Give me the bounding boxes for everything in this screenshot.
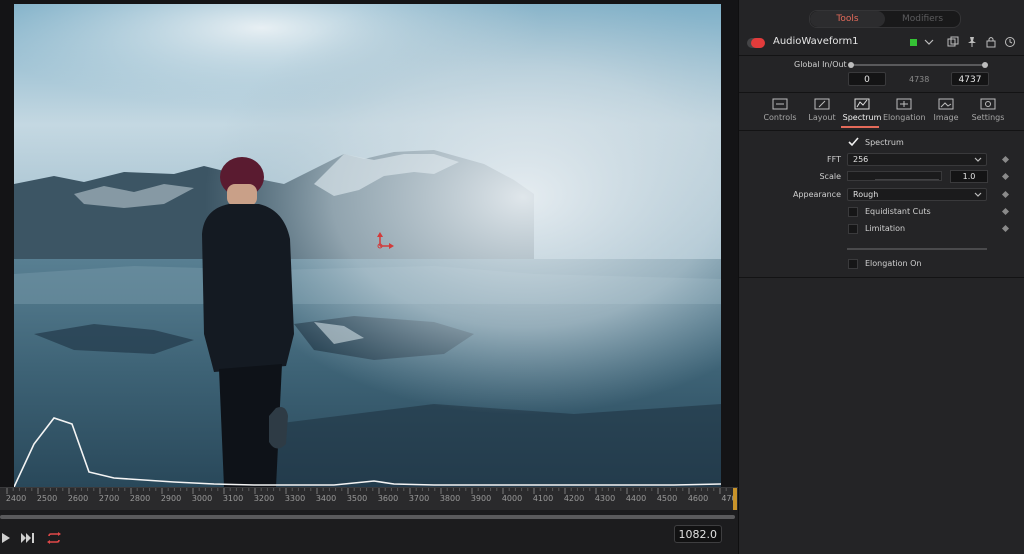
appearance-label: Appearance [792,190,841,199]
tab-tools[interactable]: Tools [810,11,885,27]
equidistant-cuts-checkbox[interactable] [848,207,858,217]
ruler-tick-label: 4000 [501,494,523,503]
node-color-swatch[interactable] [910,39,917,46]
ruler-tick-label: 3600 [377,494,399,503]
fft-dropdown[interactable]: 256 [847,153,987,166]
ruler-tick-label: 2600 [67,494,89,503]
ruler-tick-label: 3100 [222,494,244,503]
elongation-on-label: Elongation On [865,259,922,268]
ruler-tick-label: 3200 [253,494,275,503]
ruler-tick-label: 4400 [625,494,647,503]
fft-value: 256 [853,155,869,164]
ruler-tick-label: 3500 [346,494,368,503]
section-divider [847,248,987,250]
ruler-tick-label: 2400 [5,494,27,503]
equidistant-keyframe-icon[interactable] [1001,207,1010,216]
go-to-end-button[interactable] [18,528,38,548]
appearance-keyframe-icon[interactable] [1001,190,1010,199]
scale-value-field[interactable]: 1.0 [950,170,988,183]
ruler-tick-label: 4200 [563,494,585,503]
node-header: AudioWaveform1 [739,32,1024,54]
layout-icon [814,98,830,110]
ruler-tick-label: 2700 [98,494,120,503]
appearance-value: Rough [853,190,879,199]
elongation-on-checkbox[interactable] [848,259,858,269]
scale-label: Scale [819,172,841,181]
active-tab-indicator [841,126,879,128]
controls-icon [772,98,788,110]
ruler-tick-label: 2900 [160,494,182,503]
timeline-ruler[interactable]: 2400 2500 2600 2700 2800 2900 3000 3100 3200 3300… [0,487,738,510]
loop-button[interactable] [44,528,64,548]
ruler-tick-label: 3000 [191,494,213,503]
ruler-tick-label: 3900 [470,494,492,503]
appearance-dropdown[interactable]: Rough [847,188,987,201]
chevron-down-icon [974,157,982,162]
chevron-down-icon [974,192,982,197]
global-inout-slider[interactable] [848,62,988,68]
tab-elongation[interactable]: Elongation [883,96,926,128]
ruler-tick-label: 4300 [594,494,616,503]
current-frame-field[interactable]: 1082.0 [674,525,722,543]
global-inout-label: Global In/Out [794,60,847,69]
global-in-handle[interactable] [848,62,854,68]
audio-waveform-overlay [14,417,721,487]
tab-controls[interactable]: Controls [759,96,801,128]
slider-ticks [875,179,939,180]
tab-image[interactable]: Image [925,96,967,128]
global-out-field[interactable]: 4737 [951,72,989,86]
fft-keyframe-icon[interactable] [1001,155,1010,164]
versions-icon[interactable] [947,36,959,48]
ruler-tick-label: 4600 [687,494,709,503]
limitation-checkbox[interactable] [848,224,858,234]
node-name: AudioWaveform1 [773,36,859,47]
spectrum-checkbox-label: Spectrum [865,138,904,147]
tab-modifiers[interactable]: Modifiers [885,11,960,27]
ruler-tick-label: 3700 [408,494,430,503]
ruler-tick-label: 2500 [36,494,58,503]
ruler-tick-label: 3800 [439,494,461,503]
ruler-tick-label: 3400 [315,494,337,503]
global-in-field[interactable]: 0 [848,72,886,86]
transform-center-widget[interactable] [374,232,394,252]
global-duration: 4738 [909,75,930,84]
ruler-tick-label: 4500 [656,494,678,503]
settings-icon [980,98,996,110]
scrub-bar[interactable] [0,512,738,522]
scale-keyframe-icon[interactable] [1001,172,1010,181]
limitation-label: Limitation [865,224,906,233]
spectrum-icon [854,98,870,110]
lock-icon[interactable] [985,36,997,48]
tab-spectrum[interactable]: Spectrum [841,96,883,128]
limitation-keyframe-icon[interactable] [1001,224,1010,233]
image-icon [938,98,954,110]
equidistant-cuts-label: Equidistant Cuts [865,207,931,216]
node-enable-toggle[interactable] [751,38,765,48]
spectrum-checkbox-checkmark-icon[interactable] [848,137,859,147]
chevron-down-icon[interactable] [923,36,935,48]
tools-modifiers-switch: Tools Modifiers [809,10,961,28]
playhead[interactable] [733,488,737,510]
inspector-panel: Tools Modifiers AudioWaveform1 Global In… [738,0,1024,554]
play-button[interactable] [0,528,16,548]
global-out-handle[interactable] [982,62,988,68]
ruler-tick-label: 4100 [532,494,554,503]
play-icon [2,533,10,543]
viewer[interactable] [0,0,738,487]
scale-slider[interactable] [847,171,942,181]
loop-icon [47,532,61,544]
reset-icon[interactable] [1004,36,1016,48]
transport-controls: 1082.0 [0,522,738,554]
ruler-tick-label: 3300 [284,494,306,503]
tab-settings[interactable]: Settings [967,96,1009,128]
elongation-icon [896,98,912,110]
skip-forward-icon [21,533,34,543]
viewer-image [14,4,721,487]
pin-icon[interactable] [966,36,978,48]
scrub-track[interactable] [0,515,735,519]
ruler-tick-label: 2800 [129,494,151,503]
tab-layout[interactable]: Layout [801,96,843,128]
fft-label: FFT [827,155,841,164]
